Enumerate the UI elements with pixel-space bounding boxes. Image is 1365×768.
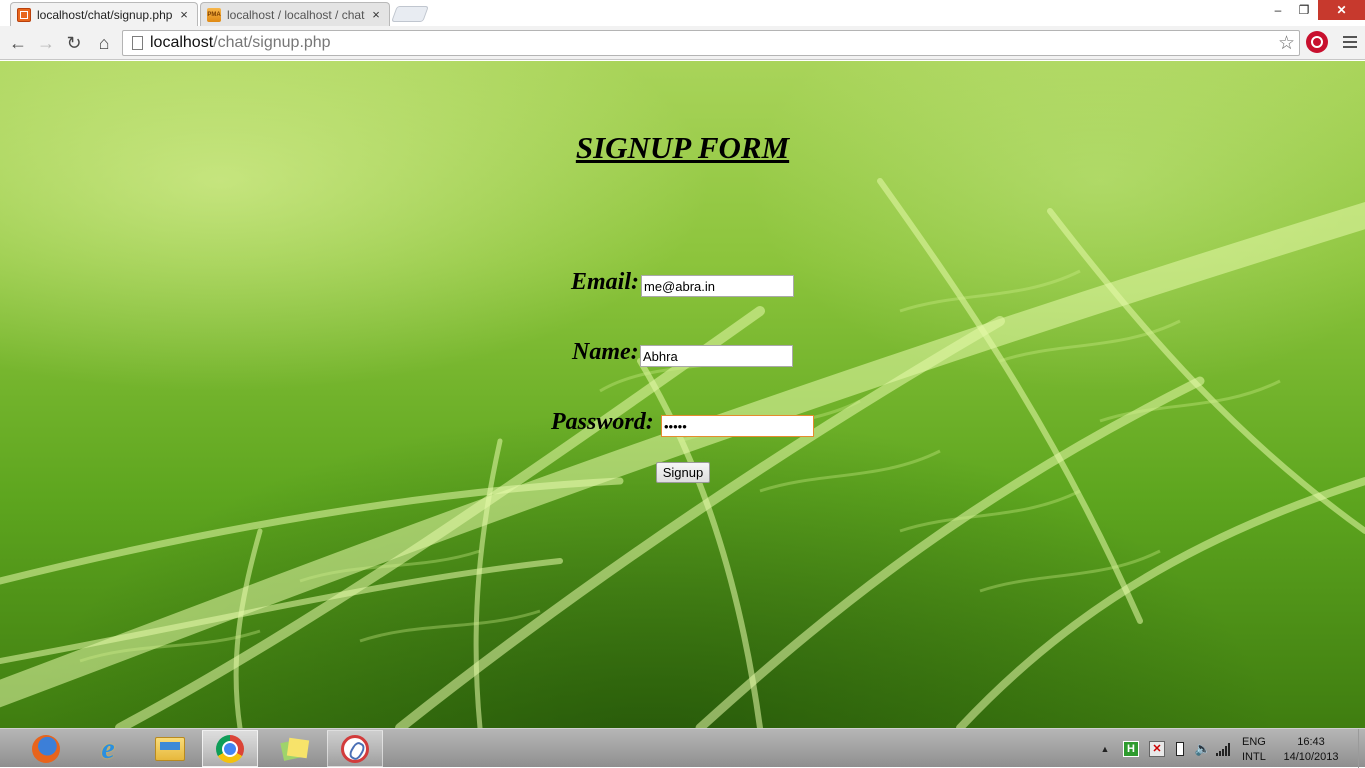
tab-strip: localhost/chat/signup.php × PMA localhos…	[0, 0, 1365, 26]
browser-toolbar: ← → ↻ ⌂ localhost/chat/signup.php ☆	[0, 26, 1365, 60]
password-field[interactable]	[661, 415, 814, 437]
xampp-icon	[17, 7, 31, 22]
taskbar-sticky-notes[interactable]	[266, 730, 322, 767]
minimize-button[interactable]: –	[1264, 0, 1292, 20]
tab-signup[interactable]: localhost/chat/signup.php ×	[10, 2, 198, 26]
home-icon[interactable]: ⌂	[92, 31, 116, 55]
taskbar-file-explorer[interactable]	[142, 730, 198, 767]
page-viewport: SIGNUP FORM Email: Name: Password: Signu…	[0, 61, 1365, 728]
bookmark-star-icon[interactable]: ☆	[1278, 32, 1295, 55]
taskbar-internet-explorer[interactable]: e	[80, 730, 136, 767]
new-tab-button[interactable]	[391, 6, 429, 22]
taskbar: e ▲ H ✕ 🔈 ENG INTL 16:43 14/10/2013	[0, 728, 1365, 768]
chrome-icon	[216, 734, 244, 763]
taskbar-snipping-tool[interactable]	[327, 730, 383, 767]
language-indicator[interactable]: ENG INTL	[1242, 735, 1272, 765]
system-tray: ▲ H ✕ 🔈	[1092, 730, 1232, 767]
url-text[interactable]: localhost/chat/signup.php	[150, 34, 331, 52]
network-signal-icon[interactable]	[1216, 742, 1232, 756]
show-desktop-button[interactable]	[1358, 729, 1365, 768]
sticky-notes-icon	[280, 737, 308, 761]
volume-icon[interactable]: 🔈	[1195, 741, 1211, 757]
extension-icon[interactable]	[1306, 31, 1328, 53]
tab-phpmyadmin[interactable]: PMA localhost / localhost / chat ×	[200, 2, 390, 26]
close-icon[interactable]: ×	[177, 7, 191, 22]
taskbar-firefox[interactable]	[18, 730, 74, 767]
menu-icon[interactable]	[1339, 31, 1361, 53]
close-icon[interactable]: ×	[369, 7, 383, 22]
taskbar-chrome[interactable]	[202, 730, 258, 767]
name-field[interactable]	[640, 345, 793, 367]
action-center-flag-icon[interactable]: ✕	[1149, 740, 1165, 757]
internet-explorer-icon: e	[101, 731, 115, 765]
window-close-button[interactable]: ✕	[1318, 0, 1365, 20]
maximize-button[interactable]: ❐	[1290, 0, 1318, 20]
email-field[interactable]	[641, 275, 794, 297]
snipping-tool-icon	[341, 734, 369, 763]
forward-icon[interactable]: →	[34, 31, 58, 55]
password-label: Password:	[551, 409, 654, 435]
tab-title: localhost / localhost / chat	[227, 7, 365, 22]
clock[interactable]: 16:43 14/10/2013	[1276, 735, 1346, 765]
phpmyadmin-icon: PMA	[207, 7, 221, 22]
signup-button[interactable]: Signup	[656, 462, 710, 483]
tray-app-icon[interactable]: H	[1123, 740, 1139, 757]
firefox-icon	[32, 734, 60, 763]
reload-icon[interactable]: ↻	[62, 31, 86, 55]
back-icon[interactable]: ←	[6, 31, 30, 55]
email-label: Email:	[571, 269, 640, 295]
name-label: Name:	[572, 339, 639, 365]
address-bar[interactable]: localhost/chat/signup.php ☆	[122, 30, 1300, 56]
file-explorer-icon	[155, 736, 185, 761]
tab-title: localhost/chat/signup.php	[37, 7, 173, 22]
page-title: SIGNUP FORM	[575, 130, 790, 165]
battery-icon[interactable]	[1176, 741, 1184, 756]
tray-chevron-up-icon[interactable]: ▲	[1097, 741, 1113, 757]
page-icon	[132, 36, 143, 50]
